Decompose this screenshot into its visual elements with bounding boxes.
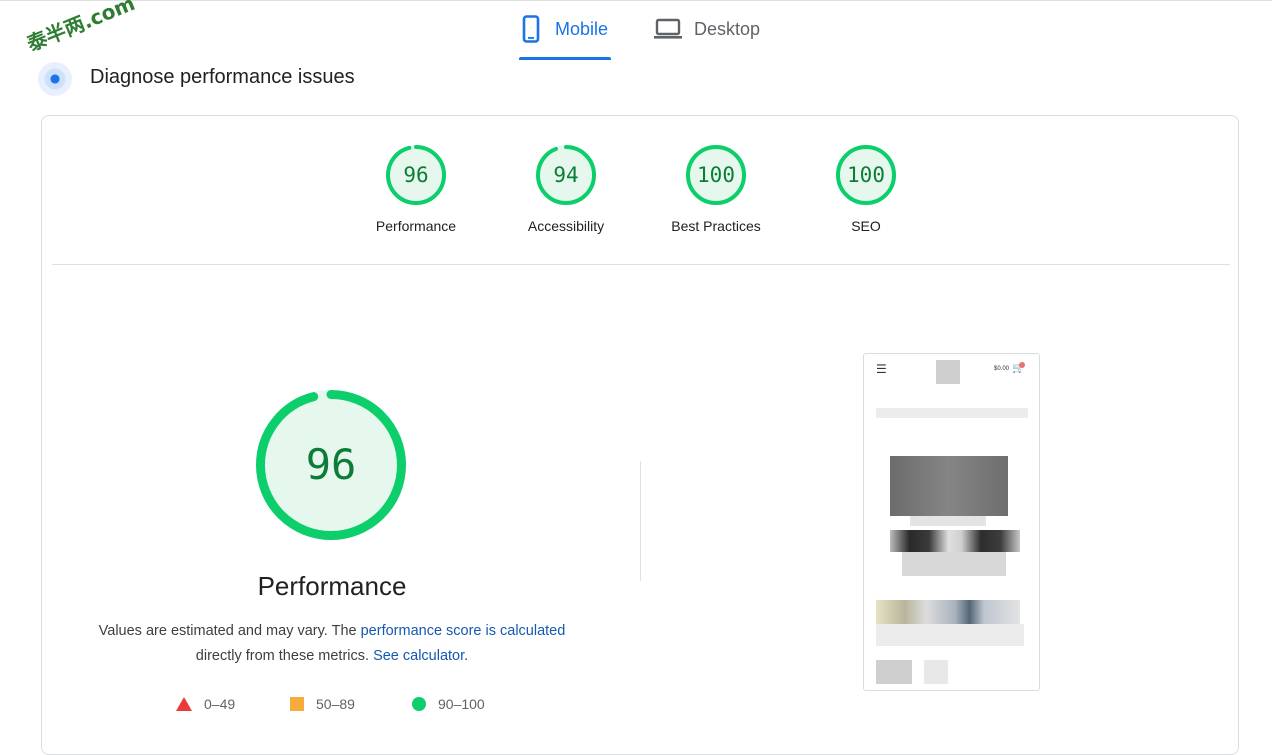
performance-title: Performance	[257, 571, 407, 601]
blurred-image	[876, 600, 1020, 624]
gauge-score: 100	[847, 163, 885, 187]
vertical-divider	[640, 461, 641, 581]
blurred-text	[876, 624, 1024, 646]
page-screenshot[interactable]: ☰ $0.00 🛒	[863, 353, 1040, 691]
phone-icon	[519, 14, 543, 44]
legend-label: 50–89	[316, 696, 355, 712]
gauges-divider	[52, 264, 1230, 265]
cart-price: $0.00	[994, 366, 1010, 372]
tab-desktop-label: Desktop	[694, 19, 761, 39]
gauge-ring: 100	[835, 144, 897, 206]
blurred-image	[924, 660, 948, 684]
gauge-label: Performance	[375, 218, 457, 234]
gauge-label: Accessibility	[527, 218, 605, 234]
performance-description: Values are estimated and may vary. The p…	[82, 619, 582, 669]
fail-triangle-icon	[176, 697, 192, 711]
gauge-label: SEO	[851, 218, 881, 234]
cart-badge	[1019, 362, 1025, 368]
gauge-score: 96	[403, 163, 429, 187]
desc-text: directly from these metrics.	[195, 648, 374, 664]
blurred-text	[876, 408, 1028, 418]
pass-circle-icon	[412, 697, 426, 711]
gauge-accessibility[interactable]: 94 Accessibility	[496, 144, 636, 234]
gauge-score: 100	[697, 163, 735, 187]
performance-score-gauge: 96	[255, 389, 407, 541]
average-square-icon	[290, 697, 304, 711]
legend-fail: 0–49	[176, 694, 235, 714]
gauge-ring: 96	[385, 144, 447, 206]
blurred-image	[902, 552, 1006, 576]
blurred-logo	[936, 360, 960, 384]
blurred-image	[876, 660, 912, 684]
gauge-performance[interactable]: 96 Performance	[346, 144, 486, 234]
desc-text: .	[464, 648, 469, 664]
laptop-icon	[654, 14, 682, 44]
section-title: Diagnose performance issues	[90, 66, 355, 88]
desc-text: Values are estimated and may vary. The	[98, 623, 361, 639]
hamburger-icon: ☰	[876, 362, 887, 376]
legend-average: 50–89	[290, 694, 355, 714]
score-calculated-link[interactable]: performance score is calculated	[361, 623, 566, 639]
tab-mobile[interactable]: Mobile	[519, 14, 611, 62]
legend-label: 0–49	[204, 696, 236, 712]
performance-score-value: 96	[305, 440, 357, 489]
gauge-score: 94	[553, 163, 579, 187]
legend-label: 90–100	[438, 696, 485, 712]
gauge-seo[interactable]: 100 SEO	[796, 144, 936, 234]
tab-desktop[interactable]: Desktop	[654, 14, 774, 62]
gauge-ring: 100	[685, 144, 747, 206]
legend-pass: 90–100	[412, 694, 485, 714]
blurred-image	[890, 530, 1020, 552]
tab-mobile-label: Mobile	[555, 19, 609, 39]
gauge-ring: 94	[535, 144, 597, 206]
device-tabs: Mobile Desktop	[0, 0, 1272, 62]
report-card: 96 Performance 94 Accessibility 100 Best…	[41, 115, 1239, 755]
gauge-best-practices[interactable]: 100 Best Practices	[646, 144, 786, 234]
blurred-text	[910, 516, 986, 526]
blurred-image	[890, 456, 1008, 516]
gauge-label: Best Practices	[671, 218, 761, 234]
see-calculator-link[interactable]: See calculator	[373, 648, 464, 664]
score-gauges: 96 Performance 94 Accessibility 100 Best…	[42, 116, 1238, 266]
diagnose-icon	[38, 62, 72, 96]
active-tab-indicator	[519, 57, 611, 60]
